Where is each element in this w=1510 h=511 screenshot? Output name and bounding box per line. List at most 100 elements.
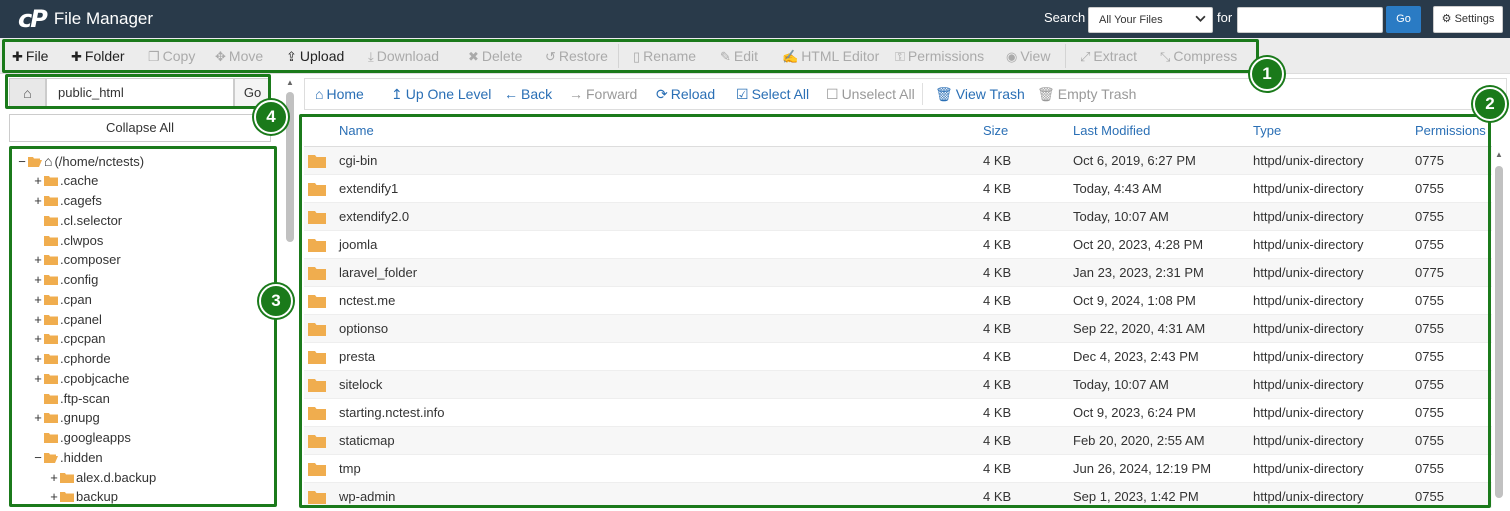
tree-item[interactable]: + .cpan — [33, 289, 92, 309]
view-button[interactable]: ◉ View — [1006, 48, 1050, 65]
type-cell: httpd/unix-directory — [1253, 349, 1364, 364]
path-input[interactable]: public_html — [46, 78, 234, 108]
expand-toggle-icon[interactable]: + — [49, 470, 59, 485]
table-row[interactable]: extendify2.0 4 KB Today, 10:07 AM httpd/uni… — [304, 203, 1492, 231]
tree-item-label: backup — [76, 489, 118, 505]
html-editor-button[interactable]: ✍ HTML Editor — [782, 48, 879, 65]
table-row[interactable]: presta 4 KB Dec 4, 2023, 2:43 PM httpd/unix… — [304, 343, 1492, 371]
unselect-all-button[interactable]: ☐ Unselect All — [826, 86, 915, 103]
view-trash-button[interactable]: 🗑 View Trash — [935, 86, 1025, 103]
tree-item[interactable]: .ftp-scan — [33, 388, 110, 408]
select-all-button[interactable]: ☑ Select All — [736, 86, 809, 103]
new-folder-button[interactable]: ✚ Folder — [71, 48, 125, 65]
table-row[interactable]: joomla 4 KB Oct 20, 2023, 4:28 PM httpd/uni… — [304, 231, 1492, 259]
back-button[interactable]: ← Back — [504, 86, 552, 102]
tree-item[interactable]: + .cpanel — [33, 309, 102, 329]
table-row[interactable]: nctest.me 4 KB Oct 9, 2024, 1:08 PM httpd/u… — [304, 287, 1492, 315]
tree-item[interactable]: + .gnupg — [33, 408, 100, 428]
table-row[interactable]: laravel_folder 4 KB Jan 23, 2023, 2:31 PM h… — [304, 259, 1492, 287]
table-row[interactable]: extendify1 4 KB Today, 4:43 AM httpd/unix-d… — [304, 175, 1492, 203]
download-label: Download — [376, 48, 440, 64]
tree-item[interactable]: .cl.selector — [33, 210, 122, 230]
tree-item[interactable]: .clwpos — [33, 230, 103, 250]
edit-button[interactable]: ✎ Edit — [720, 48, 758, 65]
upload-button[interactable]: ⇪ Upload — [286, 48, 344, 65]
table-row[interactable]: wp-admin 4 KB Sep 1, 2023, 1:42 PM httpd/un… — [304, 483, 1492, 508]
column-header-last-modified[interactable]: Last Modified — [1073, 116, 1150, 146]
move-button[interactable]: ✥ Move — [215, 48, 263, 65]
cpanel-logo[interactable]: cP File Manager — [18, 6, 153, 32]
tree-item[interactable]: + .cache — [33, 171, 98, 191]
tree-item[interactable]: + backup — [49, 487, 118, 507]
expand-toggle-icon[interactable]: + — [33, 351, 43, 366]
tree-item[interactable]: + .cagefs — [33, 191, 102, 211]
tree-item[interactable]: + .config — [33, 270, 98, 290]
tree-item[interactable]: − .hidden — [33, 447, 102, 467]
new-file-button[interactable]: ✚ File — [12, 48, 48, 65]
permissions-button[interactable]: ⚿ Permissions — [895, 48, 984, 65]
table-row[interactable]: starting.nctest.info 4 KB Oct 9, 2023, 6:2… — [304, 399, 1492, 427]
extract-button[interactable]: ⤢ Extract — [1080, 48, 1137, 65]
table-row[interactable]: tmp 4 KB Jun 26, 2024, 12:19 PM httpd/unix-… — [304, 455, 1492, 483]
column-header-size[interactable]: Size — [983, 116, 1008, 146]
up-one-level-button[interactable]: ↥ Up One Level — [391, 86, 491, 103]
download-button[interactable]: ⤓ Download — [368, 48, 439, 65]
rename-button[interactable]: ▯ Rename — [633, 48, 696, 65]
expand-toggle-icon[interactable]: + — [33, 331, 43, 346]
scroll-up-arrow-icon[interactable]: ▲ — [1495, 150, 1503, 159]
table-scrollbar[interactable]: ▲ — [1493, 148, 1505, 508]
tree-item[interactable]: + .cpobjcache — [33, 368, 129, 388]
tree-item[interactable]: + alex.d.backup — [49, 467, 156, 487]
reload-button[interactable]: ⟳ Reload — [656, 86, 715, 103]
compress-button[interactable]: ⤡ Compress — [1160, 48, 1237, 65]
expand-toggle-icon[interactable]: + — [33, 410, 43, 425]
nav-home-button[interactable]: ⌂ Home — [315, 86, 364, 102]
tree-item[interactable]: + .composer — [33, 250, 121, 270]
column-header-type[interactable]: Type — [1253, 116, 1281, 146]
tree-item-label: .cpanel — [60, 311, 102, 327]
expand-toggle-icon[interactable]: + — [49, 489, 59, 504]
expand-toggle-icon[interactable]: + — [33, 312, 43, 327]
search-go-button[interactable]: Go — [1386, 6, 1421, 33]
expand-toggle-icon[interactable]: + — [33, 371, 43, 386]
tree-item-label: .clwpos — [60, 232, 104, 248]
folder-icon — [308, 267, 326, 280]
table-row[interactable]: sitelock 4 KB Today, 10:07 AM httpd/unix-di… — [304, 371, 1492, 399]
folder-icon — [44, 373, 58, 384]
path-home-button[interactable]: ⌂ — [9, 78, 46, 108]
expand-toggle-icon[interactable]: + — [33, 193, 43, 208]
column-header-permissions[interactable]: Permissions — [1415, 116, 1486, 146]
tree-item[interactable]: − ⌂ (/home/nctests) — [17, 151, 144, 171]
folder-icon — [44, 334, 58, 345]
settings-button[interactable]: ⚙ Settings — [1433, 6, 1503, 33]
last-modified-cell: Today, 10:07 AM — [1073, 209, 1169, 224]
expand-toggle-icon[interactable]: + — [33, 292, 43, 307]
collapse-toggle-icon[interactable]: − — [33, 450, 43, 465]
table-row[interactable]: cgi-bin 4 KB Oct 6, 2019, 6:27 PM httpd/uni… — [304, 147, 1492, 175]
permissions-cell: 0755 — [1415, 237, 1444, 252]
scroll-up-arrow-icon[interactable]: ▲ — [286, 78, 294, 87]
table-scroll-thumb[interactable] — [1495, 166, 1503, 498]
collapse-all-button[interactable]: Collapse All — [9, 114, 271, 142]
expand-toggle-icon[interactable]: + — [33, 252, 43, 267]
app-header: cP File Manager Search All Your Files fo… — [0, 0, 1510, 38]
restore-button[interactable]: ↺ Restore — [545, 48, 608, 65]
tree-item[interactable]: + .cphorde — [33, 349, 110, 369]
empty-trash-button[interactable]: 🗑 Empty Trash — [1037, 86, 1136, 103]
copy-button[interactable]: ❐ Copy — [148, 48, 195, 65]
forward-button[interactable]: → Forward — [569, 86, 637, 102]
file-name-cell: extendify2.0 — [339, 209, 410, 224]
toolbar-divider — [618, 44, 619, 68]
tree-item[interactable]: .googleapps — [33, 428, 131, 448]
delete-button[interactable]: ✖ Delete — [468, 48, 522, 65]
table-row[interactable]: optionso 4 KB Sep 22, 2020, 4:31 AM httpd/u… — [304, 315, 1492, 343]
search-scope-select[interactable]: All Your Files — [1088, 7, 1213, 33]
search-input[interactable] — [1237, 7, 1383, 33]
tree-item[interactable]: + .cpcpan — [33, 329, 105, 349]
expand-toggle-icon[interactable]: + — [33, 173, 43, 188]
collapse-toggle-icon[interactable]: − — [17, 154, 27, 169]
column-header-name[interactable]: Name — [339, 116, 374, 146]
expand-toggle-icon[interactable]: + — [33, 272, 43, 287]
folder-icon — [44, 413, 58, 424]
table-row[interactable]: staticmap 4 KB Feb 20, 2020, 2:55 AM httpd/… — [304, 427, 1492, 455]
